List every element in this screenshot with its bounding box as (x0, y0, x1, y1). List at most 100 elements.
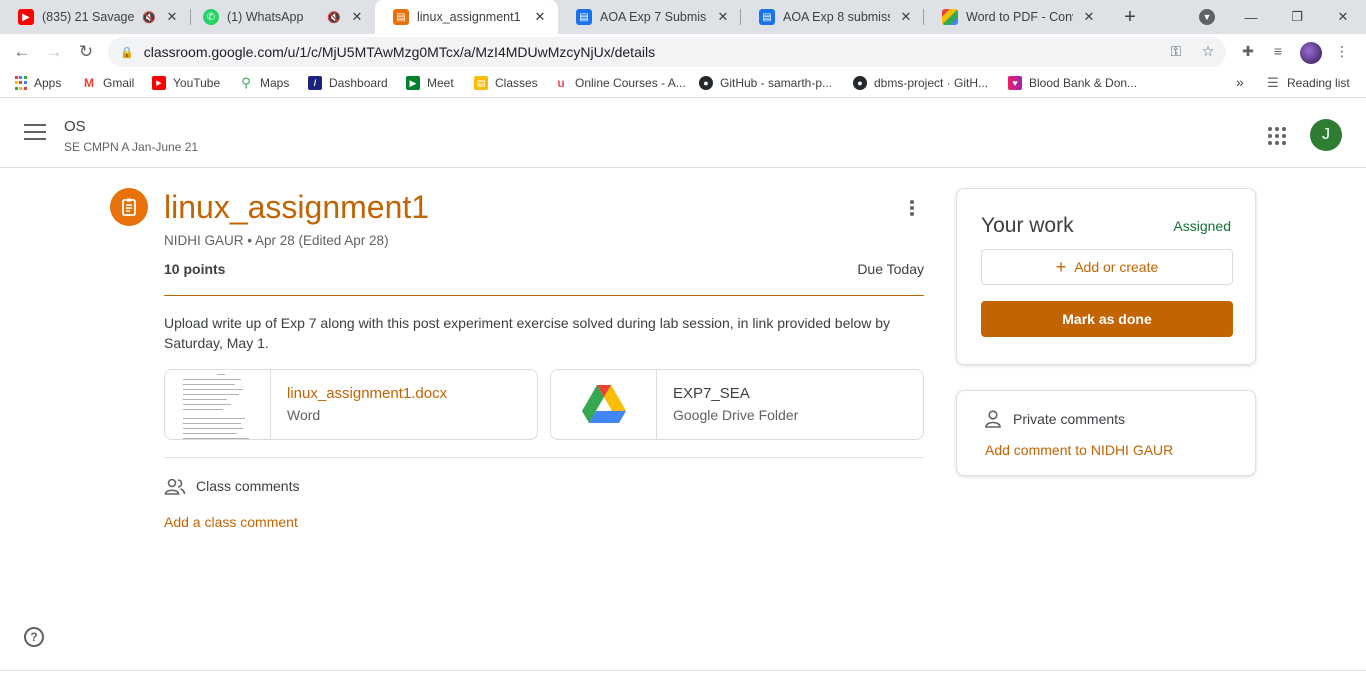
meet-icon: ▶ (406, 76, 420, 90)
bookmark-dashboard[interactable]: / Dashboard (308, 76, 388, 90)
reading-list-button[interactable]: ☰ Reading list (1266, 75, 1350, 90)
attachment-drive-folder[interactable]: EXP7_SEA Google Drive Folder (550, 369, 924, 440)
divider (164, 295, 924, 296)
help-icon[interactable]: ? (24, 627, 44, 647)
restore-button[interactable]: ❐ (1274, 0, 1320, 34)
bookmark-meet[interactable]: ▶ Meet (406, 76, 454, 90)
tab-youtube[interactable]: ▶ (835) 21 Savage x 🔇 ✕ (0, 0, 190, 34)
assignment-points: 10 points (164, 261, 226, 277)
dashboard-icon: / (308, 76, 322, 90)
account-avatar[interactable]: J (1310, 119, 1342, 151)
profile-avatar[interactable] (1300, 42, 1322, 64)
more-options-icon[interactable] (905, 198, 919, 218)
new-tab-button[interactable]: + (1118, 5, 1142, 29)
bookmark-maps[interactable]: ⚲ Maps (239, 75, 289, 90)
classroom-icon: ▤ (474, 76, 488, 90)
bookmark-apps[interactable]: Apps (14, 76, 61, 90)
key-icon[interactable]: ⚿ (1164, 39, 1188, 63)
bookmark-github-samarth[interactable]: ● GitHub - samarth-p... (699, 76, 832, 90)
close-icon[interactable]: ✕ (532, 9, 548, 25)
status-badge: Assigned (1173, 218, 1231, 234)
classroom-icon: ▤ (393, 9, 409, 25)
bookmark-gmail[interactable]: M Gmail (82, 76, 134, 90)
apps-grid-icon (14, 76, 27, 90)
minimize-button[interactable]: — (1228, 0, 1274, 34)
address-bar[interactable]: 🔒 classroom.google.com/u/1/c/MjU5MTAwMzg… (108, 37, 1226, 67)
back-button[interactable]: ← (9, 39, 35, 65)
google-apps-icon[interactable] (1268, 127, 1286, 145)
document-thumbnail (165, 370, 271, 439)
assignment-due: Due Today (857, 261, 924, 277)
add-class-comment-link[interactable]: Add a class comment (164, 514, 298, 530)
attachment-name[interactable]: linux_assignment1.docx (287, 385, 447, 402)
add-or-create-button[interactable]: + Add or create (981, 249, 1233, 285)
divider (164, 457, 924, 458)
chevron-down-icon: ▼ (1199, 9, 1215, 25)
classroom-icon: ▤ (759, 9, 775, 25)
udemy-icon: u (557, 76, 565, 90)
bookmarks-bar: Apps M Gmail ▶ YouTube ⚲ Maps / Dashboar… (0, 70, 1366, 98)
browser-tab-strip: ▶ (835) 21 Savage x 🔇 ✕ ✆ (1) WhatsApp 🔇… (0, 0, 1366, 34)
close-icon[interactable]: ✕ (715, 9, 731, 25)
mark-as-done-button[interactable]: Mark as done (981, 301, 1233, 337)
tab-aoa-exp7[interactable]: ▤ AOA Exp 7 Submission ✕ (558, 0, 741, 34)
attachment-name[interactable]: EXP7_SEA (673, 385, 798, 402)
tab-search-button[interactable]: ▼ (1184, 0, 1230, 34)
bookmark-youtube[interactable]: ▶ YouTube (152, 76, 220, 90)
bookmark-dbms-project[interactable]: ● dbms-project · GitH... (853, 76, 988, 90)
star-icon[interactable]: ☆ (1196, 39, 1220, 63)
more-bookmarks-button[interactable]: » (1236, 74, 1244, 90)
speaker-muted-icon[interactable]: 🔇 (142, 11, 156, 24)
arrow-left-icon: ← (13, 42, 31, 61)
speaker-muted-icon[interactable]: 🔇 (327, 11, 341, 24)
lock-icon: 🔒 (120, 46, 134, 59)
close-icon: ✕ (1337, 9, 1349, 24)
media-control-icon[interactable]: ≡ (1266, 39, 1290, 63)
github-icon: ● (853, 76, 867, 90)
url-text[interactable]: classroom.google.com/u/1/c/MjU5MTAwMzg0M… (144, 44, 655, 60)
close-icon[interactable]: ✕ (349, 9, 365, 25)
gmail-icon: M (82, 76, 96, 90)
reload-icon: ↻ (78, 42, 94, 61)
person-icon (985, 410, 1001, 428)
bookmark-classes[interactable]: ▤ Classes (474, 76, 538, 90)
youtube-icon: ▶ (152, 76, 166, 90)
reading-list-icon: ☰ (1267, 75, 1279, 90)
private-comments-label: Private comments (1013, 411, 1126, 427)
bookmark-blood-bank[interactable]: ♥ Blood Bank & Don... (1008, 76, 1137, 90)
blood-bank-icon: ♥ (1008, 76, 1022, 90)
tab-word-to-pdf[interactable]: Word to PDF - Conver ✕ (924, 0, 1107, 34)
attachment-type: Word (287, 407, 321, 423)
tab-aoa-exp8[interactable]: ▤ AOA Exp 8 submission ✕ (741, 0, 924, 34)
close-icon[interactable]: ✕ (1081, 9, 1097, 25)
extensions-icon[interactable]: ✚ (1236, 39, 1260, 63)
tab-whatsapp[interactable]: ✆ (1) WhatsApp 🔇 ✕ (185, 0, 375, 34)
classroom-icon: ▤ (576, 9, 592, 25)
add-private-comment-link[interactable]: Add comment to NIDHI GAUR (985, 442, 1173, 458)
youtube-icon: ▶ (18, 9, 34, 25)
assignment-title: linux_assignment1 (164, 189, 430, 225)
reload-button[interactable]: ↻ (73, 39, 99, 65)
google-drive-icon (551, 370, 657, 439)
more-vert-icon[interactable]: ⋮ (1330, 39, 1354, 63)
arrow-right-icon: → (45, 42, 63, 61)
attachment-docx[interactable]: linux_assignment1.docx Word (164, 369, 538, 440)
tab-linux-assignment[interactable]: ▤ linux_assignment1 ✕ (375, 0, 558, 34)
attachment-type: Google Drive Folder (673, 407, 799, 423)
maps-icon: ⚲ (241, 75, 251, 90)
class-section: SE CMPN A Jan-June 21 (64, 140, 199, 154)
forward-button[interactable]: → (41, 39, 67, 65)
classroom-header: OS SE CMPN A Jan-June 21 J (0, 99, 1366, 168)
close-icon[interactable]: ✕ (164, 9, 180, 25)
plus-icon: + (1055, 256, 1067, 277)
class-name[interactable]: OS (64, 118, 86, 135)
assignment-description: Upload write up of Exp 7 along with this… (164, 315, 891, 351)
close-icon[interactable]: ✕ (898, 9, 914, 25)
bookmark-online-courses[interactable]: u Online Courses - A... (554, 76, 685, 90)
divider (0, 670, 1366, 671)
menu-icon[interactable] (24, 124, 46, 142)
assignment-icon (110, 188, 148, 226)
browser-toolbar: ← → ↻ 🔒 classroom.google.com/u/1/c/MjU5M… (0, 34, 1366, 70)
minimize-icon: — (1244, 9, 1258, 25)
close-window-button[interactable]: ✕ (1320, 0, 1366, 34)
